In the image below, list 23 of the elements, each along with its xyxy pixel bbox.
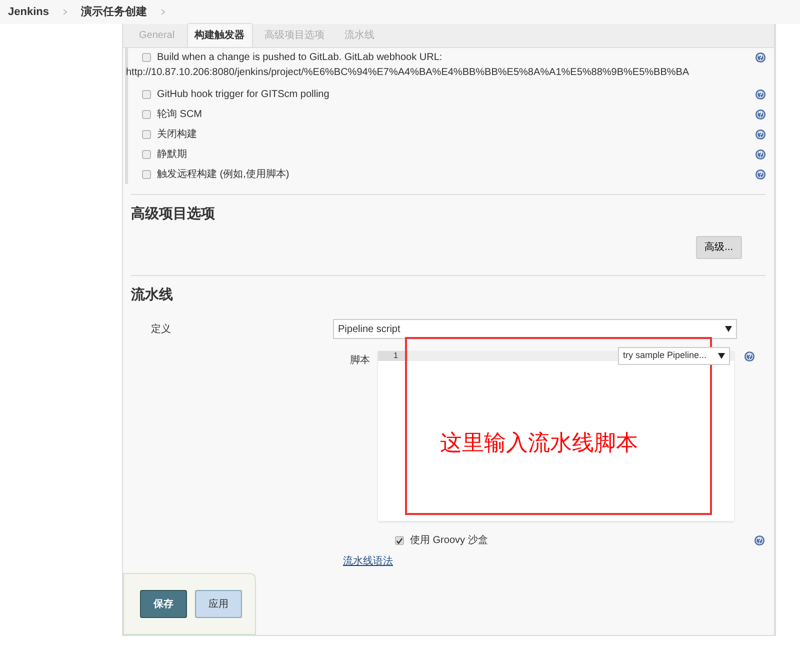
checkbox-label: Build when a change is pushed to GitLab. GitLab webhook URL: xyxy=(157,51,442,65)
advanced-button[interactable]: 高级... xyxy=(696,236,742,259)
checkbox-label: 使用 Groovy 沙盒 xyxy=(410,534,488,548)
sample-select[interactable]: try sample Pipeline... xyxy=(618,347,730,365)
checkbox-label: 轮询 SCM xyxy=(157,108,202,122)
section-heading: 流水线 xyxy=(131,285,174,304)
checkbox-label: 静默期 xyxy=(157,148,187,162)
checkbox-label: GitHub hook trigger for GITScm polling xyxy=(157,88,330,102)
definition-select[interactable]: Pipeline script xyxy=(333,319,737,339)
webhook-url: http://10.87.10.206:8080/jenkins/project/%E6%BC%94%E7%A4%BA%E4%BB%BB%E5%8A%A1%E5%88%9B%E5%BB%BA xyxy=(126,66,690,80)
line-number: 1 xyxy=(378,351,408,361)
checkbox-label: 触发远程构建 (例如,使用脚本) xyxy=(157,168,290,182)
checkbox-label: 关闭构建 xyxy=(157,128,197,142)
field-label: 定义 xyxy=(150,322,172,336)
annotation-text: 这里输入流水线脚本 xyxy=(440,429,638,457)
section-heading: 高级项目选项 xyxy=(131,204,216,223)
field-label: 脚本 xyxy=(349,354,371,368)
save-button[interactable]: 保存 xyxy=(140,590,187,618)
breadcrumb-link[interactable]: Jenkins xyxy=(8,4,49,20)
breadcrumb-link[interactable]: 演示任务创建 xyxy=(80,4,147,20)
tab[interactable]: 构建触发器 xyxy=(186,23,253,47)
apply-button[interactable]: 应用 xyxy=(195,590,242,618)
syntax-link[interactable]: 流水线语法 xyxy=(343,556,393,567)
